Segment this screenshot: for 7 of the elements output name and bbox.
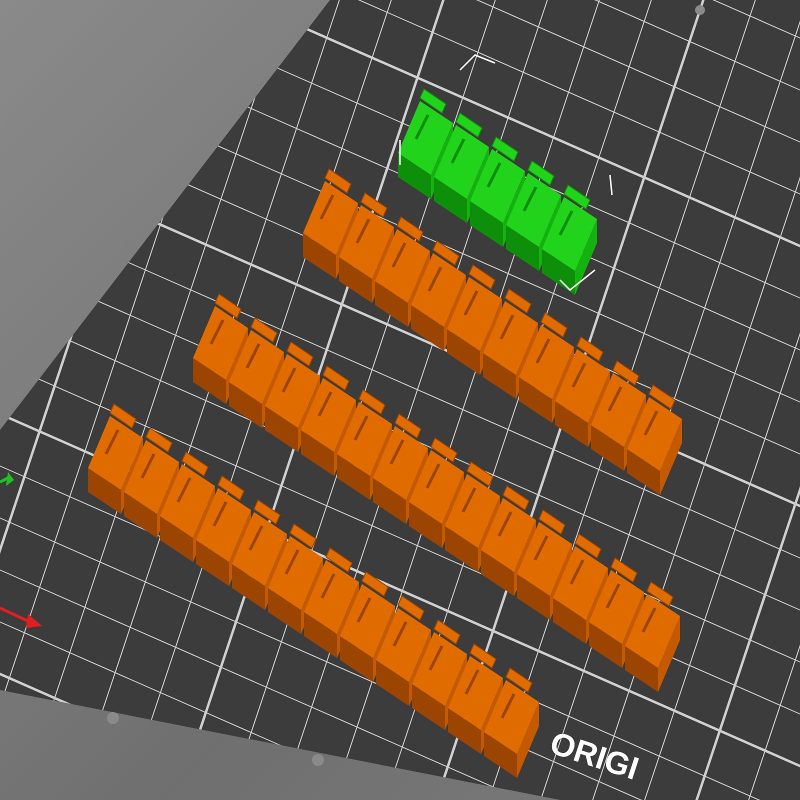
bed-label: ORIGI [546, 724, 644, 787]
x-axis-arrow-icon [0, 606, 42, 628]
print-object[interactable] [193, 293, 680, 692]
print-object[interactable] [303, 168, 682, 495]
print-object[interactable] [88, 403, 539, 778]
print-object[interactable] [398, 54, 613, 295]
y-axis-arrow-icon [0, 472, 14, 486]
